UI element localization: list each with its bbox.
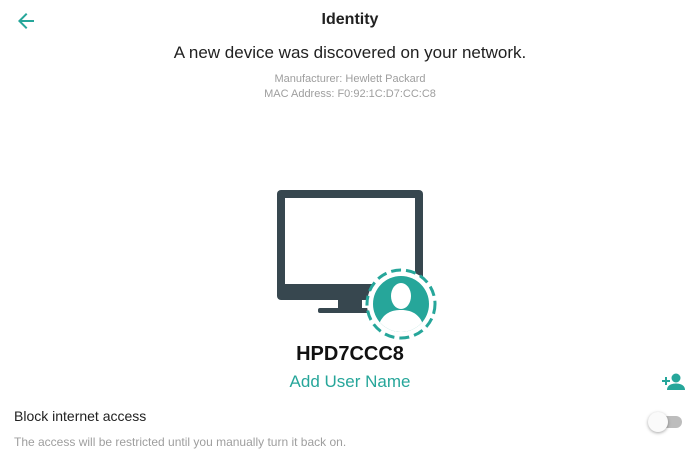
- block-internet-description: The access will be restricted until you …: [14, 435, 347, 449]
- top-bar: Identity: [0, 0, 700, 40]
- add-user-name-link[interactable]: Add User Name: [290, 372, 411, 391]
- person-add-icon: [662, 373, 685, 390]
- device-name: HPD7CCC8: [296, 343, 404, 365]
- toggle-thumb: [648, 412, 668, 432]
- manufacturer-text: Manufacturer: Hewlett Packard: [274, 73, 426, 85]
- monitor-with-user-icon: [277, 190, 437, 340]
- device-illustration: [272, 186, 442, 342]
- block-internet-toggle[interactable]: [648, 412, 684, 432]
- discovery-headline: A new device was discovered on your netw…: [173, 43, 527, 62]
- page-title: Identity: [321, 11, 379, 28]
- mac-address-text: MAC Address: F0:92:1C:D7:CC:C8: [264, 88, 436, 100]
- add-person-button[interactable]: [661, 370, 687, 394]
- add-user-name-link-row: Add User Name: [0, 372, 700, 392]
- block-internet-label: Block internet access: [14, 408, 147, 424]
